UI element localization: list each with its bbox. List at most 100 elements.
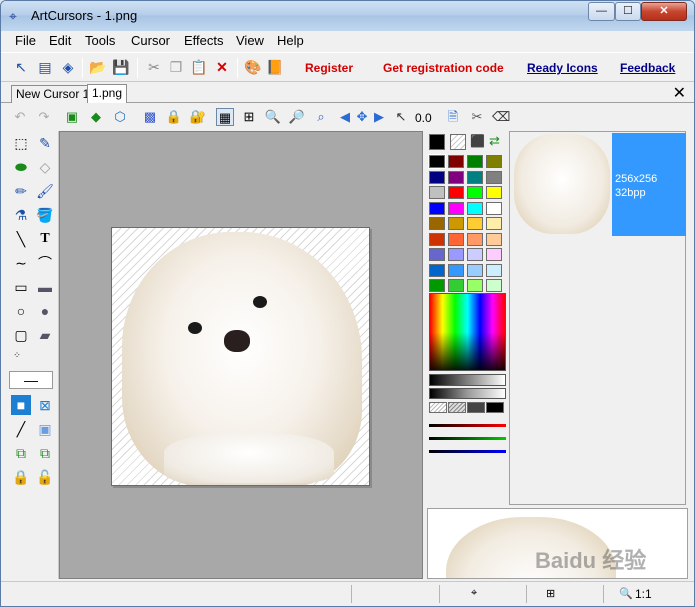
- 3d-box-icon[interactable]: ⬡: [111, 108, 129, 126]
- cursor-library-icon[interactable]: 🎨: [244, 58, 262, 76]
- crop-icon[interactable]: ✂: [468, 108, 486, 126]
- ellipse-icon[interactable]: ○: [11, 301, 31, 321]
- palette-swatch[interactable]: [486, 217, 502, 230]
- airbrush-icon[interactable]: ⚗: [11, 205, 31, 225]
- blur-icon[interactable]: ▩: [141, 108, 159, 126]
- text-tool-icon[interactable]: T: [35, 229, 55, 249]
- pattern-fill-icon[interactable]: ⊠: [35, 395, 55, 415]
- palette-swatch[interactable]: [428, 154, 446, 169]
- palette-swatch[interactable]: [467, 232, 483, 246]
- red-slider[interactable]: [429, 424, 506, 427]
- menu-help[interactable]: Help: [277, 33, 304, 48]
- close-button[interactable]: ✕: [641, 2, 687, 21]
- arc-tool-icon[interactable]: ⌒: [35, 253, 55, 273]
- primary-color-swatch[interactable]: [429, 134, 445, 150]
- paste-icon[interactable]: 📋: [190, 58, 208, 76]
- alpha-swatch-4[interactable]: [486, 402, 504, 413]
- menu-file[interactable]: File: [15, 33, 36, 48]
- delete-icon[interactable]: ✕: [213, 58, 231, 76]
- palette-swatch[interactable]: [429, 263, 445, 277]
- zoom-fit-icon[interactable]: ⌕: [312, 108, 330, 126]
- palette-swatch[interactable]: [467, 263, 483, 277]
- ready-icons-link[interactable]: Ready Icons: [527, 61, 598, 75]
- palette-swatch[interactable]: [486, 248, 502, 261]
- copy-icon[interactable]: ❐: [167, 58, 185, 76]
- palette-swatch[interactable]: [448, 155, 464, 168]
- palette-swatch[interactable]: [448, 186, 464, 199]
- rounded-rect-icon[interactable]: ▢: [11, 325, 31, 345]
- eraser-icon[interactable]: ◇: [35, 157, 55, 177]
- preview-thumbnail[interactable]: [514, 134, 610, 234]
- menu-cursor[interactable]: Cursor: [131, 33, 170, 48]
- palette-swatch[interactable]: [486, 155, 502, 168]
- green-slider[interactable]: [429, 437, 506, 440]
- palette-swatch[interactable]: [467, 170, 483, 184]
- palette-swatch[interactable]: [448, 248, 464, 261]
- palette-swatch[interactable]: [486, 170, 502, 184]
- minimize-button[interactable]: —: [588, 2, 615, 21]
- new-animated-icon[interactable]: ▤: [36, 58, 54, 76]
- help-book-icon[interactable]: 📙: [266, 58, 284, 76]
- maximize-button[interactable]: ☐: [615, 2, 641, 21]
- register-link[interactable]: Register: [305, 61, 353, 75]
- palette-swatch[interactable]: [429, 248, 445, 261]
- menu-view[interactable]: View: [236, 33, 264, 48]
- thin-line-icon[interactable]: ╱: [11, 419, 31, 439]
- move-right-icon[interactable]: ▶: [370, 108, 388, 126]
- undo-icon[interactable]: ↶: [11, 108, 29, 126]
- palette-swatch[interactable]: [448, 263, 464, 277]
- brightness-slider[interactable]: [429, 374, 506, 386]
- line-tool-icon[interactable]: ╲: [11, 229, 31, 249]
- filled-ellipse-icon[interactable]: ●: [35, 301, 55, 321]
- zoom-out-icon[interactable]: 🔎: [288, 108, 306, 126]
- lock-layer-icon[interactable]: 🔒: [11, 467, 31, 487]
- palette-swatch[interactable]: [448, 279, 464, 292]
- tab-new-cursor-1[interactable]: New Cursor 1: [11, 85, 95, 103]
- palette-swatch[interactable]: [467, 248, 483, 261]
- palette-swatch[interactable]: [448, 217, 464, 230]
- palette-swatch[interactable]: [467, 155, 483, 168]
- move-all-icon[interactable]: ✥: [353, 108, 371, 126]
- filled-rectangle-icon[interactable]: ▬: [35, 277, 55, 297]
- new-icon-icon[interactable]: ◈: [59, 58, 77, 76]
- unlock-layer-icon[interactable]: 🔓: [35, 467, 55, 487]
- alpha-swatch-3[interactable]: [467, 402, 485, 413]
- palette-swatch[interactable]: [486, 232, 502, 246]
- line-width-selector[interactable]: —: [9, 371, 53, 389]
- close-tab-icon[interactable]: ✕: [673, 83, 686, 103]
- alpha-swatch-1[interactable]: [429, 402, 447, 413]
- feedback-link[interactable]: Feedback: [620, 61, 675, 75]
- palette-swatch[interactable]: [467, 201, 483, 215]
- zoom-in-icon[interactable]: 🔍: [264, 108, 282, 126]
- opacity-slider[interactable]: [429, 388, 506, 399]
- menu-edit[interactable]: Edit: [49, 33, 71, 48]
- palette-swatch[interactable]: [448, 232, 464, 246]
- get-registration-code-link[interactable]: Get registration code: [383, 61, 504, 75]
- save-icon[interactable]: 💾: [112, 58, 130, 76]
- document-icon[interactable]: 🗎: [444, 108, 462, 126]
- palette-swatch[interactable]: [467, 217, 483, 230]
- cursor-image[interactable]: [111, 227, 370, 486]
- eyedropper-icon[interactable]: ✎: [35, 133, 55, 153]
- drawing-canvas[interactable]: [59, 131, 423, 579]
- screen-color-icon[interactable]: ⬛: [470, 134, 485, 148]
- palette-swatch[interactable]: [448, 201, 464, 215]
- open-folder-icon[interactable]: 📂: [89, 58, 107, 76]
- palette-swatch[interactable]: [486, 279, 502, 292]
- pattern-icon[interactable]: ⁘: [7, 345, 27, 365]
- grid-alt-icon[interactable]: ⊞: [240, 108, 258, 126]
- palette-swatch[interactable]: [429, 170, 445, 184]
- color-spectrum[interactable]: [429, 293, 506, 371]
- eraser-tool-icon[interactable]: ⌫: [492, 108, 510, 126]
- palette-swatch[interactable]: [429, 217, 445, 230]
- lock-icon[interactable]: 🔒: [165, 108, 183, 126]
- alpha-swatch-2[interactable]: [448, 402, 466, 413]
- palette-swatch[interactable]: [467, 186, 483, 199]
- glow-icon[interactable]: ▣: [35, 419, 55, 439]
- menu-tools[interactable]: Tools: [85, 33, 115, 48]
- curve-tool-icon[interactable]: ∼: [11, 253, 31, 273]
- filled-rounded-rect-icon[interactable]: ▰: [35, 325, 55, 345]
- blue-slider[interactable]: [429, 450, 506, 453]
- palette-swatch[interactable]: [467, 279, 483, 292]
- rect-select-icon[interactable]: ⬚: [11, 133, 31, 153]
